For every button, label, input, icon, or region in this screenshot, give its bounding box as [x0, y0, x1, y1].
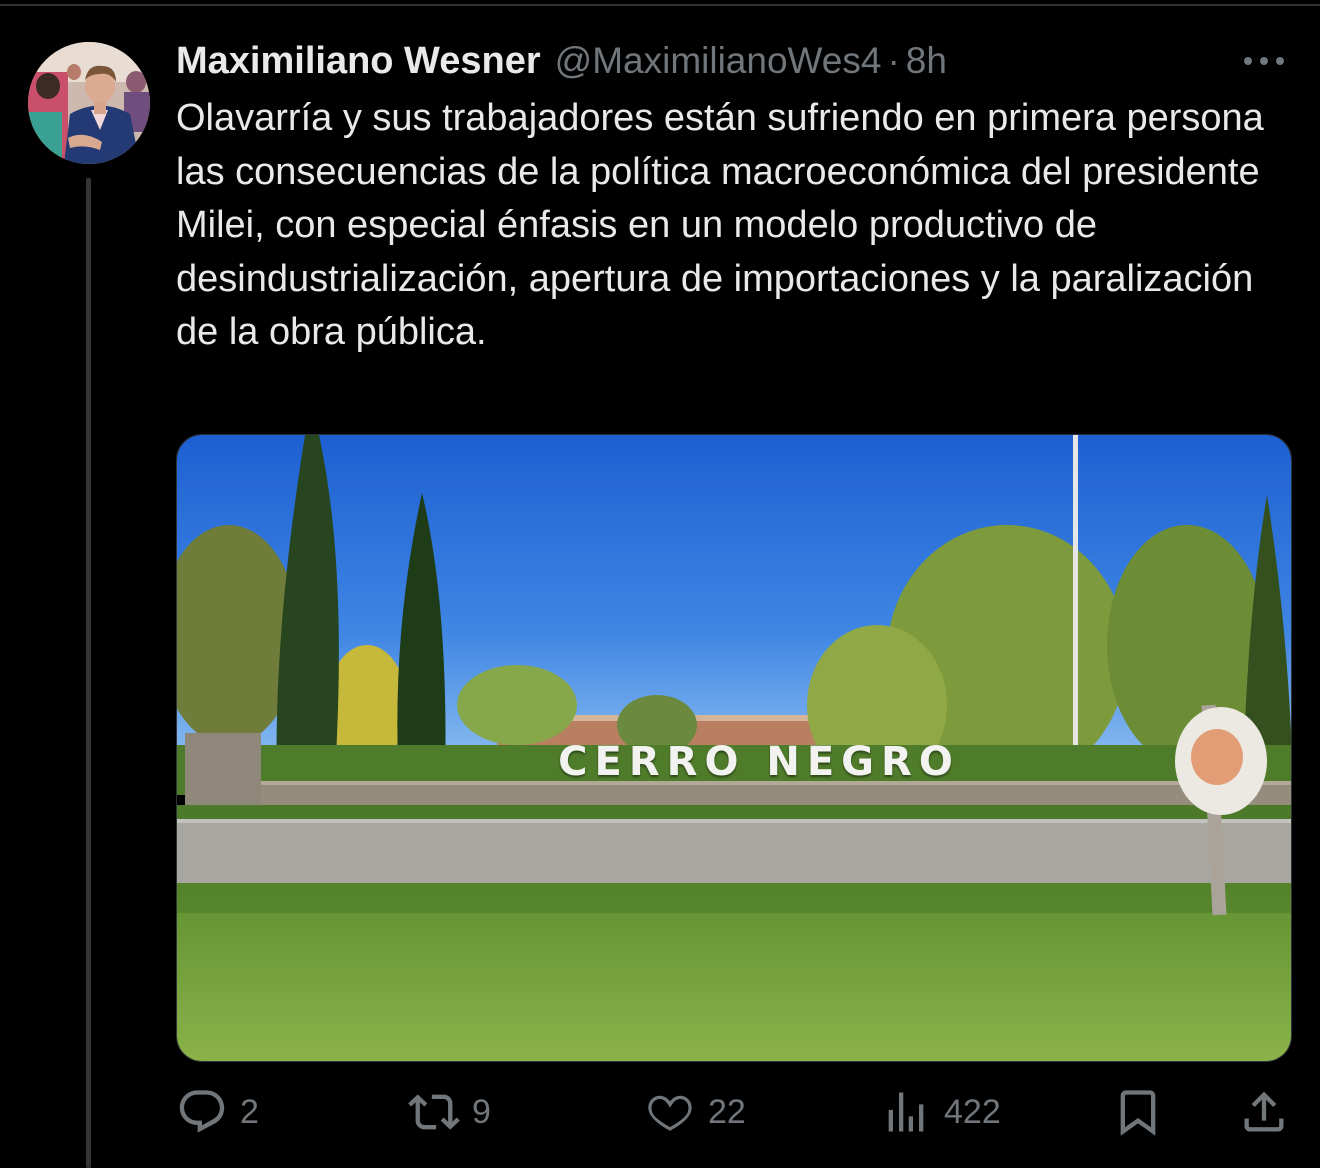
timestamp[interactable]: 8h [906, 40, 947, 82]
bookmark-icon [1120, 1090, 1156, 1136]
reply-icon [179, 1090, 225, 1133]
author-avatar[interactable] [28, 42, 150, 164]
views-button[interactable]: 422 [880, 1080, 1001, 1144]
tweet-header: Maximiliano Wesner @MaximilianoWes4 · 8h [176, 38, 947, 84]
views-icon [888, 1092, 924, 1132]
author-name[interactable]: Maximiliano Wesner [176, 40, 541, 83]
bookmark-button[interactable] [1112, 1080, 1164, 1144]
tweet-actions-bar: 2 9 22 422 [176, 1080, 1292, 1144]
like-button[interactable]: 22 [644, 1080, 746, 1144]
tweet-photo[interactable]: CERRO NEGRO [176, 434, 1292, 1062]
repost-icon [408, 1094, 460, 1130]
share-button[interactable] [1238, 1080, 1290, 1144]
repost-count: 9 [472, 1092, 491, 1131]
author-handle[interactable]: @MaximilianoWes4 [555, 40, 882, 82]
separator-dot: · [887, 40, 900, 81]
share-icon [1244, 1091, 1284, 1132]
thread-connector-line [86, 178, 91, 1168]
more-options-icon[interactable] [1240, 48, 1288, 74]
reply-count: 2 [240, 1092, 259, 1131]
top-divider [0, 4, 1320, 6]
photo-cerro-negro-landscape [177, 435, 1291, 1061]
heart-icon [648, 1095, 692, 1131]
like-count: 22 [708, 1092, 746, 1131]
reply-button[interactable]: 2 [176, 1080, 259, 1144]
tweet-text: Olavarría y sus trabajadores están sufri… [176, 97, 1264, 353]
views-count: 422 [944, 1092, 1001, 1131]
repost-button[interactable]: 9 [408, 1080, 491, 1144]
avatar-image [28, 42, 150, 164]
